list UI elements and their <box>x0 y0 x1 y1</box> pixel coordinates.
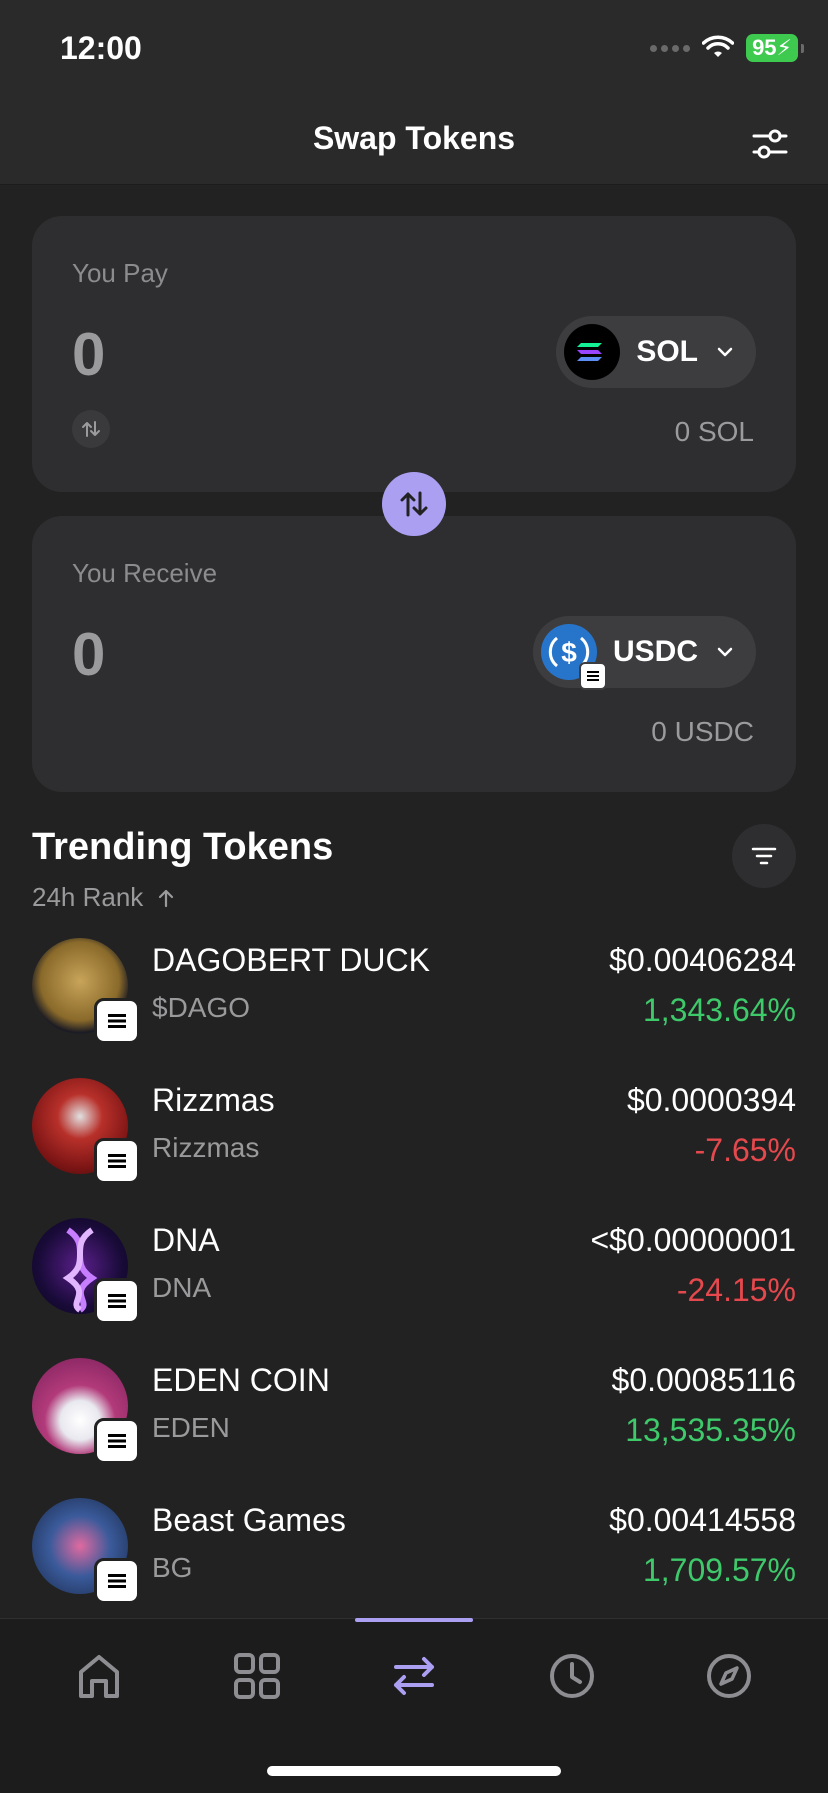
home-icon[interactable] <box>71 1648 127 1704</box>
clock-icon[interactable] <box>544 1648 600 1704</box>
pay-amount-input[interactable]: 0 <box>72 320 105 389</box>
token-row[interactable]: EDEN COIN EDEN $0.00085116 13,535.35% <box>32 1358 796 1464</box>
solana-chain-badge <box>578 662 607 690</box>
pay-label: You Pay <box>72 258 168 288</box>
receive-amount-input[interactable]: 0 <box>72 620 105 689</box>
token-name: Beast Games <box>152 1502 346 1538</box>
swap-arrows-icon <box>82 421 100 437</box>
token-price: $0.0000394 <box>626 1082 796 1118</box>
svg-text:$: $ <box>561 637 577 668</box>
token-change: 13,535.35% <box>625 1412 796 1448</box>
status-bar: 12:00 95⚡ <box>0 0 828 100</box>
filter-button[interactable] <box>732 824 796 888</box>
token-name: Rizzmas <box>152 1082 275 1118</box>
page-title: Swap Tokens <box>312 120 516 156</box>
chevron-down-icon <box>717 647 733 657</box>
token-change: 1,709.57% <box>642 1552 796 1588</box>
pay-token-selector[interactable]: SOL <box>556 316 756 388</box>
wifi-icon <box>702 35 735 57</box>
settings-sliders-icon[interactable] <box>748 122 792 166</box>
sort-label: 24h Rank <box>32 882 144 912</box>
pay-card: You Pay 0 SOL 0 SOL <box>32 216 796 492</box>
active-tab-indicator <box>355 1618 473 1622</box>
token-price: <$0.00000001 <box>590 1222 796 1258</box>
receive-label: You Receive <box>72 558 218 588</box>
cellular-signal-icon <box>650 44 691 52</box>
token-symbol: Rizzmas <box>152 1132 260 1163</box>
token-row[interactable]: DNA DNA <$0.00000001 -24.15% <box>32 1218 796 1324</box>
home-indicator <box>267 1766 561 1776</box>
receive-token-selector[interactable]: $ USDC <box>532 616 756 690</box>
token-change: 1,343.64% <box>642 992 796 1028</box>
token-row[interactable]: Rizzmas Rizzmas $0.0000394 -7.65% <box>32 1078 796 1184</box>
token-change: -7.65% <box>694 1132 796 1168</box>
solana-chain-badge <box>94 998 140 1044</box>
solana-chain-badge <box>94 1138 140 1184</box>
token-name: DNA <box>152 1222 220 1258</box>
usdc-token-icon: $ <box>540 624 607 690</box>
solana-token-icon <box>564 324 621 380</box>
charging-bolt-icon: ⚡ <box>776 35 792 60</box>
swap-icon[interactable] <box>386 1648 442 1704</box>
token-row[interactable]: Beast Games BG $0.00414558 1,709.57% <box>32 1498 796 1604</box>
token-price: $0.00414558 <box>609 1502 796 1538</box>
token-row[interactable]: DAGOBERT DUCK $DAGO $0.00406284 1,343.64… <box>32 938 796 1044</box>
trending-title: Trending Tokens <box>32 826 334 868</box>
status-time: 12:00 <box>60 30 142 66</box>
pay-balance: 0 SOL <box>674 416 754 447</box>
battery-indicator: 95⚡ <box>746 34 804 62</box>
token-change: -24.15% <box>676 1272 796 1308</box>
swap-direction-small-button[interactable] <box>72 410 110 448</box>
token-name: EDEN COIN <box>152 1362 330 1398</box>
grid-icon[interactable] <box>229 1648 285 1704</box>
header: Swap Tokens <box>0 100 828 185</box>
sort-toggle[interactable]: 24h Rank <box>32 882 177 913</box>
swap-arrows-icon <box>400 491 428 517</box>
token-price: $0.00406284 <box>609 942 796 978</box>
solana-chain-badge <box>94 1278 140 1324</box>
token-symbol: DNA <box>152 1272 212 1303</box>
solana-chain-badge <box>94 1418 140 1464</box>
receive-balance: 0 USDC <box>651 716 754 747</box>
chevron-down-icon <box>717 347 733 357</box>
token-price: $0.00085116 <box>611 1362 796 1398</box>
swap-direction-button[interactable] <box>382 472 446 536</box>
receive-token-name: USDC <box>612 635 698 668</box>
receive-card: You Receive 0 $ USDC 0 USDC <box>32 516 796 792</box>
token-symbol: $DAGO <box>152 992 251 1023</box>
status-icons: 95⚡ <box>650 34 804 62</box>
solana-chain-badge <box>94 1558 140 1604</box>
battery-level: 95 <box>752 35 777 60</box>
arrow-up-icon <box>159 889 174 907</box>
compass-icon[interactable] <box>701 1648 757 1704</box>
pay-token-name: SOL <box>636 335 698 368</box>
token-symbol: EDEN <box>152 1412 230 1443</box>
filter-lines-icon <box>751 847 777 865</box>
token-symbol: BG <box>152 1552 193 1583</box>
token-name: DAGOBERT DUCK <box>152 942 430 978</box>
